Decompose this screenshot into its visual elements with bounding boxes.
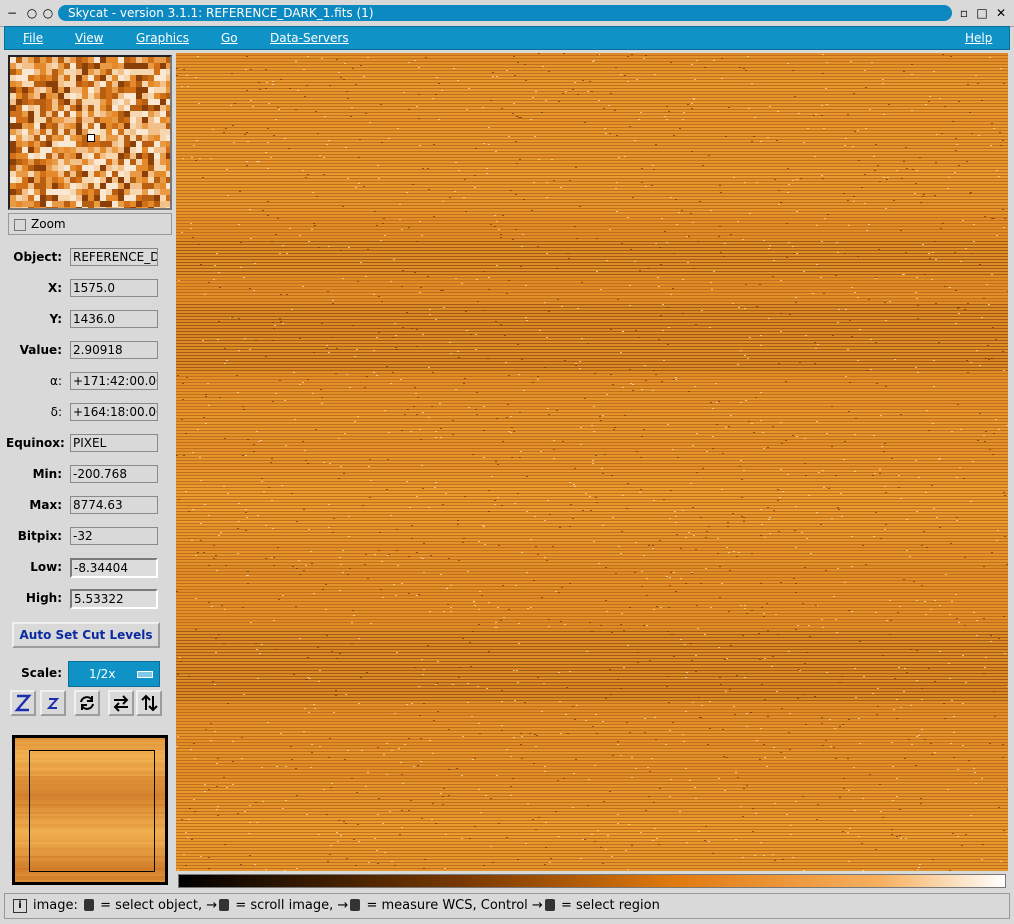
low-input[interactable]: -8.34404 — [70, 558, 158, 578]
x-field: 1575.0 — [70, 279, 158, 297]
mouse-button-icon — [84, 899, 95, 911]
rotate-icon — [80, 696, 94, 710]
object-label: Object: — [13, 250, 62, 264]
low-label: Low: — [30, 560, 62, 574]
zoom-label: Zoom — [31, 217, 66, 231]
drag-arrow-icon: → — [337, 898, 349, 913]
circle-icon[interactable]: ○ — [24, 5, 40, 21]
y-label: Y: — [49, 312, 62, 326]
alpha-field: +171:42:00.000 — [70, 372, 158, 390]
info-icon: i — [13, 899, 27, 913]
zoom-out-button[interactable] — [40, 690, 66, 716]
info-panel: Zoom Object: REFERENCE_DARK_1 X: 1575.0 … — [4, 52, 176, 886]
menu-go[interactable]: Go — [221, 31, 238, 45]
scale-label: Scale: — [21, 666, 62, 680]
value-label: Value: — [19, 343, 62, 357]
menu-bar: File View Graphics Go Data-Servers Help — [4, 26, 1010, 50]
image-rendering — [176, 53, 1008, 871]
bitpix-label: Bitpix: — [17, 529, 62, 543]
status-part-2: = scroll image, — [235, 898, 334, 913]
rotate-button[interactable] — [74, 690, 100, 716]
window-titlebar: − ○ ○ Skycat - version 3.1.1: REFERENCE_… — [0, 0, 1014, 27]
min-field: -200.768 — [70, 465, 158, 483]
x-label: X: — [47, 281, 62, 295]
mouse-button-icon — [350, 899, 361, 911]
zoom-in-icon — [14, 694, 32, 712]
status-part-4: = select region — [560, 898, 660, 913]
zoom-in-button[interactable] — [10, 690, 36, 716]
scale-select[interactable]: 1/2x — [68, 661, 160, 687]
dropdown-indicator-icon — [137, 671, 153, 678]
zoom-window[interactable] — [8, 55, 172, 210]
status-part-3: = measure WCS, Control — [366, 898, 528, 913]
zoom-pixels — [10, 57, 170, 208]
menu-file[interactable]: File — [23, 31, 43, 45]
flip-x-button[interactable] — [108, 690, 134, 716]
drag-arrow-icon: → — [206, 898, 218, 913]
circle-icon[interactable]: ○ — [40, 5, 56, 21]
delta-field: +164:18:00.00 — [70, 403, 158, 421]
status-bar: i image: = select object, → = scroll ima… — [4, 893, 1010, 919]
pan-window[interactable] — [12, 735, 168, 885]
window-title: Skycat - version 3.1.1: REFERENCE_DARK_1… — [58, 5, 952, 21]
status-prefix: image: — [33, 898, 78, 913]
alpha-label: α: — [50, 374, 62, 388]
mouse-button-icon — [219, 899, 230, 911]
colorbar-gradient — [179, 875, 1005, 887]
drag-arrow-icon: → — [531, 898, 543, 913]
main-image-canvas[interactable] — [176, 53, 1008, 871]
status-part-1: = select object, — [100, 898, 203, 913]
flip-x-icon — [113, 695, 129, 712]
status-text: image: = select object, → = scroll image… — [33, 898, 660, 913]
equinox-label: Equinox: — [6, 436, 65, 450]
mouse-button-icon — [544, 899, 555, 911]
zoom-toggle-row: Zoom — [8, 213, 172, 235]
high-input[interactable]: 5.53322 — [70, 589, 158, 609]
close-icon[interactable]: ✕ — [993, 5, 1009, 21]
menu-graphics[interactable]: Graphics — [136, 31, 189, 45]
menu-view[interactable]: View — [75, 31, 103, 45]
auto-set-cut-levels-button[interactable]: Auto Set Cut Levels — [12, 622, 160, 648]
zoom-cursor-marker — [87, 134, 95, 142]
colorbar — [178, 874, 1006, 888]
pan-viewport-box[interactable] — [29, 750, 155, 872]
menu-data-servers[interactable]: Data-Servers — [270, 31, 349, 45]
delta-label: δ: — [50, 405, 62, 419]
equinox-field: PIXEL — [70, 434, 158, 452]
max-field: 8774.63 — [70, 496, 158, 514]
value-field: 2.90918 — [70, 341, 158, 359]
flip-y-button[interactable] — [136, 690, 162, 716]
menu-help[interactable]: Help — [965, 31, 992, 45]
object-field: REFERENCE_DARK_1 — [70, 248, 158, 266]
minimize-dash-icon[interactable]: − — [4, 5, 20, 21]
max-label: Max: — [29, 498, 62, 512]
restore-icon[interactable]: ▫ — [956, 5, 972, 21]
y-field: 1436.0 — [70, 310, 158, 328]
flip-y-icon — [141, 694, 158, 712]
maximize-icon[interactable]: □ — [974, 5, 990, 21]
min-label: Min: — [32, 467, 62, 481]
zoom-checkbox[interactable] — [14, 219, 26, 231]
bitpix-field: -32 — [70, 527, 158, 545]
high-label: High: — [25, 591, 62, 605]
zoom-out-icon — [46, 698, 60, 709]
scale-value: 1/2x — [89, 667, 116, 681]
